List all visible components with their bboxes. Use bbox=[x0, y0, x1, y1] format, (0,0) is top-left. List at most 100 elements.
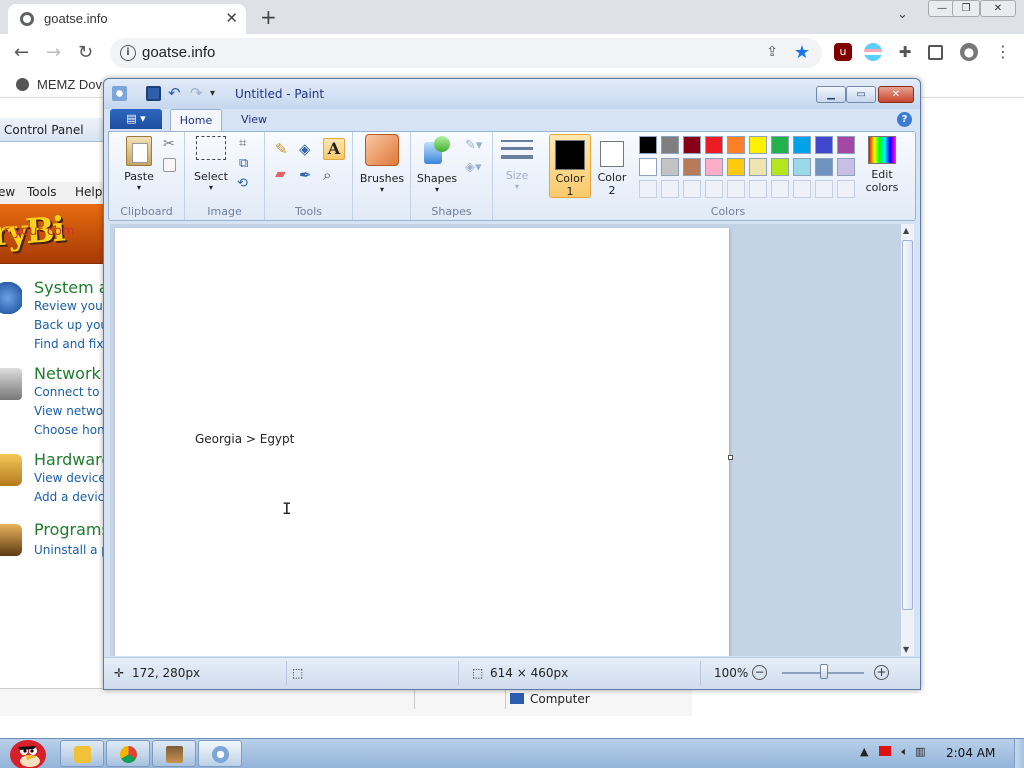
angry-bird-start-icon[interactable] bbox=[4, 731, 48, 768]
restore-button[interactable]: ❐ bbox=[952, 0, 980, 17]
tab-home[interactable]: Home bbox=[170, 109, 222, 131]
close-button[interactable]: ✕ bbox=[878, 86, 914, 103]
custom-color-slot[interactable] bbox=[683, 180, 701, 198]
zoom-in-icon[interactable]: + bbox=[874, 665, 889, 680]
palette-swatch[interactable] bbox=[793, 136, 811, 154]
help-icon[interactable]: ? bbox=[897, 112, 912, 127]
zoom-out-icon[interactable]: − bbox=[752, 665, 767, 680]
crop-icon[interactable]: ⌗ bbox=[239, 136, 257, 154]
redo-icon[interactable]: ↷ bbox=[190, 86, 205, 101]
extension-flag-icon[interactable] bbox=[864, 43, 882, 61]
site-info-icon[interactable]: i bbox=[120, 45, 136, 61]
fill-bucket-icon[interactable]: ◈ bbox=[299, 140, 317, 158]
palette-swatch[interactable] bbox=[661, 136, 679, 154]
taskbar-explorer-button[interactable] bbox=[60, 740, 104, 767]
network-icon[interactable]: ▥ bbox=[915, 745, 925, 758]
palette-swatch[interactable] bbox=[815, 158, 833, 176]
vertical-scrollbar[interactable]: ▲ ▼ bbox=[900, 224, 914, 656]
section-link[interactable]: Uninstall a p bbox=[34, 543, 104, 557]
edit-colors-button[interactable]: Edit colors bbox=[857, 136, 907, 198]
show-desktop-button[interactable] bbox=[1014, 739, 1024, 768]
resize-icon[interactable]: ⧉ bbox=[239, 156, 257, 174]
tab-search-chevron-icon[interactable]: ⌄ bbox=[897, 7, 908, 22]
copy-icon[interactable] bbox=[163, 158, 176, 172]
section-heading[interactable]: System a bbox=[34, 278, 104, 297]
action-center-flag-icon[interactable] bbox=[878, 746, 891, 756]
custom-color-slot[interactable] bbox=[727, 180, 745, 198]
paint-file-menu-button[interactable]: ▤ ▾ bbox=[110, 109, 162, 129]
palette-swatch[interactable] bbox=[793, 158, 811, 176]
brushes-button[interactable]: Brushes ▾ bbox=[359, 134, 405, 198]
palette-swatch[interactable] bbox=[705, 158, 723, 176]
menu-tools[interactable]: Tools bbox=[27, 185, 57, 199]
scroll-up-icon[interactable]: ▲ bbox=[903, 226, 909, 235]
section-heading[interactable]: Hardware bbox=[34, 450, 104, 469]
custom-color-slot[interactable] bbox=[815, 180, 833, 198]
new-tab-button[interactable]: + bbox=[260, 5, 277, 29]
color2-button[interactable]: Color 2 bbox=[595, 136, 629, 198]
eraser-icon[interactable]: ▰ bbox=[275, 166, 293, 184]
taskbar-paint-button[interactable] bbox=[198, 740, 242, 767]
section-link[interactable]: Choose hon bbox=[34, 423, 104, 437]
section-link[interactable]: View networ bbox=[34, 404, 104, 418]
custom-color-slot[interactable] bbox=[749, 180, 767, 198]
zoom-slider-thumb[interactable] bbox=[820, 664, 828, 679]
share-icon[interactable]: ⇪ bbox=[766, 44, 778, 60]
palette-swatch[interactable] bbox=[727, 158, 745, 176]
palette-swatch[interactable] bbox=[771, 158, 789, 176]
save-icon[interactable] bbox=[146, 86, 161, 101]
chrome-menu-icon[interactable]: ⋮ bbox=[994, 43, 1012, 61]
canvas-resize-handle[interactable] bbox=[728, 455, 733, 460]
control-panel-address-bar[interactable]: Control Panel bbox=[0, 118, 104, 142]
taskbar-chrome-button[interactable] bbox=[106, 740, 150, 767]
menu-help[interactable]: Help bbox=[75, 185, 102, 199]
section-heading[interactable]: Network bbox=[34, 364, 101, 383]
section-link[interactable]: Add a devic bbox=[34, 490, 104, 504]
section-link[interactable]: Review your bbox=[34, 299, 104, 313]
bookmark-item[interactable]: MEMZ Dov bbox=[16, 77, 102, 92]
palette-swatch[interactable] bbox=[683, 158, 701, 176]
custom-color-slot[interactable] bbox=[639, 180, 657, 198]
scroll-thumb[interactable] bbox=[902, 240, 913, 610]
show-hidden-icons[interactable]: ▲ bbox=[860, 745, 868, 758]
palette-swatch[interactable] bbox=[639, 158, 657, 176]
extensions-puzzle-icon[interactable]: ✚ bbox=[896, 43, 914, 61]
custom-color-slot[interactable] bbox=[705, 180, 723, 198]
custom-color-slot[interactable] bbox=[837, 180, 855, 198]
paste-button[interactable]: Paste ▾ bbox=[117, 136, 161, 198]
browser-tab[interactable]: goatse.info ✕ bbox=[8, 4, 246, 34]
select-button[interactable]: Select ▾ bbox=[191, 136, 231, 198]
palette-swatch[interactable] bbox=[771, 136, 789, 154]
maximize-button[interactable]: ▭ bbox=[846, 86, 876, 103]
tab-view[interactable]: View bbox=[230, 109, 278, 131]
palette-swatch[interactable] bbox=[705, 136, 723, 154]
rotate-icon[interactable]: ⟲ bbox=[237, 176, 255, 194]
palette-swatch[interactable] bbox=[661, 158, 679, 176]
ublock-icon[interactable]: u bbox=[834, 43, 852, 61]
scroll-down-icon[interactable]: ▼ bbox=[903, 645, 909, 654]
quick-access-dropdown-icon[interactable]: ▾ bbox=[210, 86, 225, 101]
reload-icon[interactable]: ↻ bbox=[78, 42, 93, 63]
custom-color-slot[interactable] bbox=[793, 180, 811, 198]
address-bar[interactable]: i goatse.info ⇪ ★ bbox=[110, 38, 822, 68]
section-link[interactable]: Back up you bbox=[34, 318, 104, 332]
magnifier-icon[interactable]: ⌕ bbox=[323, 166, 341, 184]
outline-icon[interactable]: ✎▾ bbox=[465, 138, 483, 156]
taskbar-app-button[interactable] bbox=[152, 740, 196, 767]
palette-swatch[interactable] bbox=[683, 136, 701, 154]
paint-app-icon[interactable] bbox=[112, 86, 127, 101]
palette-swatch[interactable] bbox=[837, 136, 855, 154]
clock[interactable]: 2:04 AM bbox=[946, 746, 995, 760]
section-heading[interactable]: Programs bbox=[34, 520, 104, 539]
shapes-button[interactable]: Shapes ▾ bbox=[415, 134, 459, 198]
back-arrow-icon[interactable]: ← bbox=[14, 42, 29, 63]
drawing-canvas[interactable]: Georgia > Egypt bbox=[115, 228, 729, 656]
bookmark-star-icon[interactable]: ★ bbox=[794, 42, 810, 63]
undo-icon[interactable]: ↶ bbox=[168, 86, 183, 101]
volume-icon[interactable]: 🔈︎ bbox=[901, 745, 908, 758]
minimize-button[interactable]: ▁ bbox=[816, 86, 846, 103]
palette-swatch[interactable] bbox=[749, 158, 767, 176]
section-link[interactable]: View device bbox=[34, 471, 104, 485]
paint-title-bar[interactable]: ↶ ↷ ▾ Untitled - Paint ▁ ▭ ✕ bbox=[104, 79, 920, 109]
profile-avatar-icon[interactable]: ● bbox=[960, 43, 978, 61]
